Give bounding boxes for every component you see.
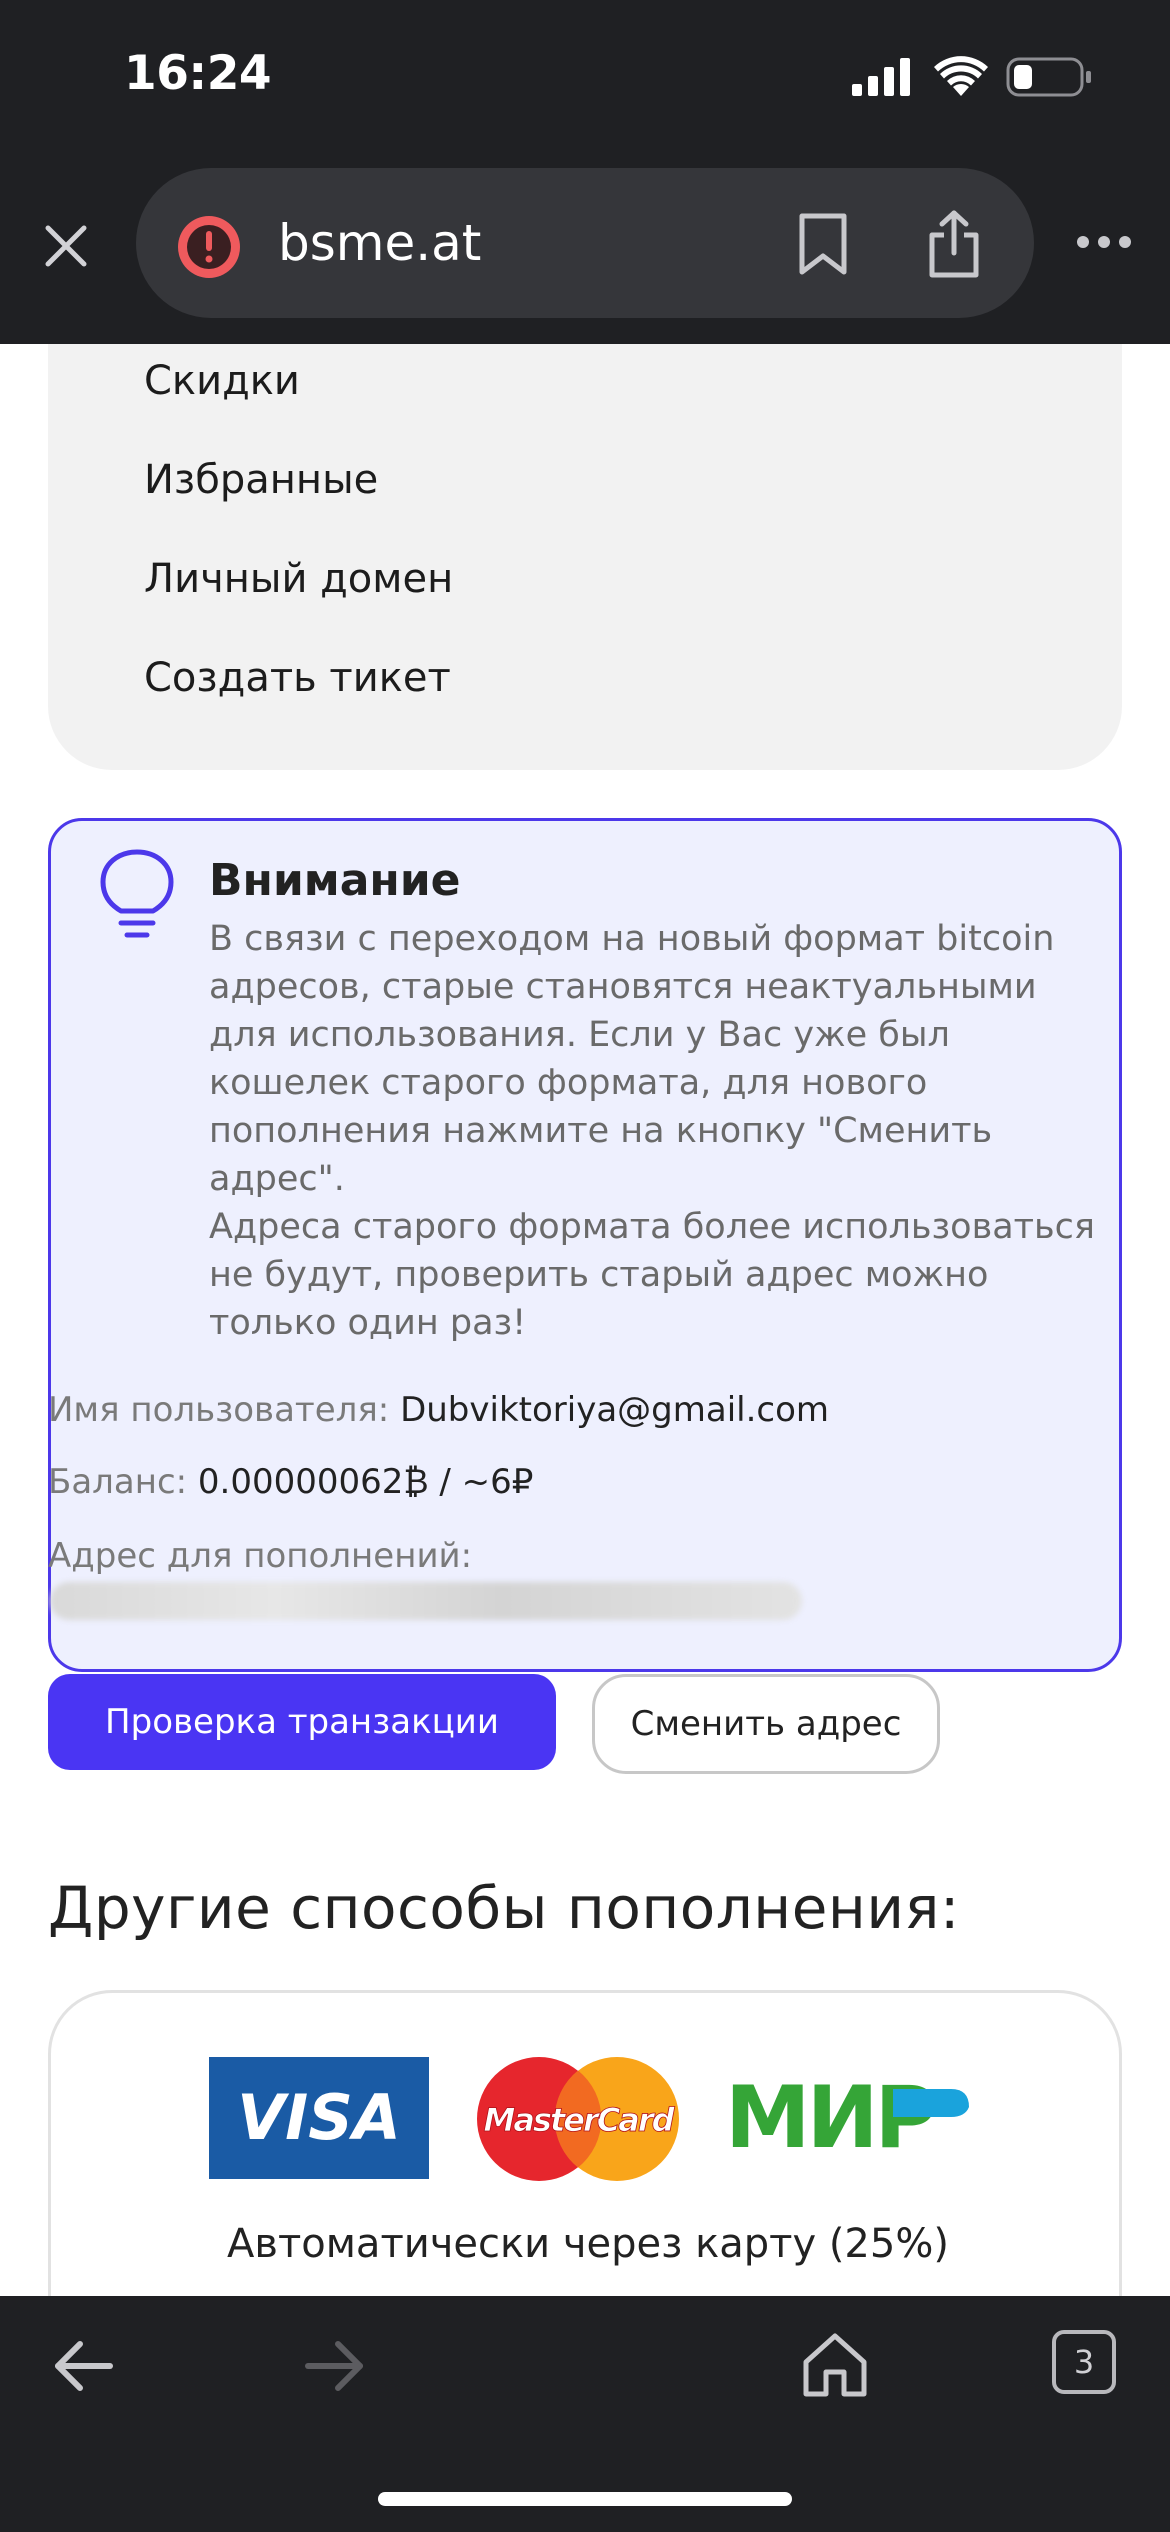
share-icon xyxy=(929,210,979,278)
svg-text:MasterCard: MasterCard xyxy=(483,2101,675,2139)
cellular-signal-icon xyxy=(852,58,910,96)
visa-logo: VISA xyxy=(209,2057,429,2179)
home-icon[interactable] xyxy=(800,2330,870,2400)
browser-toolbar: bsme.at xyxy=(0,160,1170,344)
username-value: Dubviktoriya@gmail.com xyxy=(400,1390,830,1430)
card-payment-caption: Автоматически через карту (25%) xyxy=(227,2221,949,2267)
more-options-button[interactable] xyxy=(1072,222,1136,262)
bookmark-button[interactable] xyxy=(788,208,858,280)
ellipsis-icon xyxy=(1077,236,1131,248)
bookmark-icon xyxy=(799,213,847,275)
lightbulb-icon xyxy=(100,849,174,938)
tabs-button[interactable]: 3 xyxy=(1052,2330,1116,2394)
mir-logo: МИР xyxy=(725,2077,969,2155)
notice-text: В связи с переходом на новый формат bitc… xyxy=(209,919,1095,1343)
wifi-icon xyxy=(934,56,988,96)
address-row: Адрес для пополнений: xyxy=(48,1536,472,1576)
home-indicator[interactable] xyxy=(378,2492,792,2506)
share-button[interactable] xyxy=(918,204,990,284)
deposit-address-redacted xyxy=(50,1582,802,1620)
username-label: Имя пользователя: xyxy=(48,1390,390,1430)
mastercard-logo: MasterCard xyxy=(477,2057,679,2181)
other-methods-title: Другие способы пополнения: xyxy=(48,1874,960,1942)
check-transaction-button[interactable]: Проверка транзакции xyxy=(48,1674,556,1770)
bottom-toolbar: 3 xyxy=(0,2296,1170,2532)
svg-text:VISA: VISA xyxy=(237,2081,401,2154)
notice-title: Внимание xyxy=(209,855,461,906)
back-arrow-icon[interactable] xyxy=(52,2338,116,2394)
menu-item-favorites[interactable]: Избранные xyxy=(144,457,378,503)
url-text[interactable]: bsme.at xyxy=(278,214,481,272)
change-address-button[interactable]: Сменить адрес xyxy=(592,1674,940,1774)
username-row: Имя пользователя: Dubviktoriya@gmail.com xyxy=(48,1390,829,1430)
forward-arrow-icon[interactable] xyxy=(302,2338,366,2394)
menu-item-personal-domain[interactable]: Личный домен xyxy=(144,556,453,602)
card-payment-option[interactable]: VISA MasterCard МИР Автоматически через … xyxy=(48,1990,1122,2296)
battery-icon xyxy=(1006,57,1091,97)
close-tab-button[interactable] xyxy=(34,214,98,278)
menu-item-discounts[interactable]: Скидки xyxy=(144,358,300,404)
security-warning-icon[interactable] xyxy=(176,214,242,280)
balance-value: 0.00000062₿ / ~6₽ xyxy=(197,1462,534,1502)
balance-row: Баланс: 0.00000062₿ / ~6₽ xyxy=(48,1462,533,1502)
page-content: Скидки Избранные Личный домен Создать ти… xyxy=(0,344,1170,2296)
balance-label: Баланс: xyxy=(48,1462,188,1502)
user-menu: Скидки Избранные Личный домен Создать ти… xyxy=(48,344,1122,770)
menu-item-create-ticket[interactable]: Создать тикет xyxy=(144,655,451,701)
status-bar: 16:24 xyxy=(0,0,1170,160)
close-icon xyxy=(45,225,87,267)
deposit-address-label: Адрес для пополнений: xyxy=(48,1536,473,1576)
address-bar[interactable]: bsme.at xyxy=(136,168,1034,318)
status-time: 16:24 xyxy=(124,46,272,101)
